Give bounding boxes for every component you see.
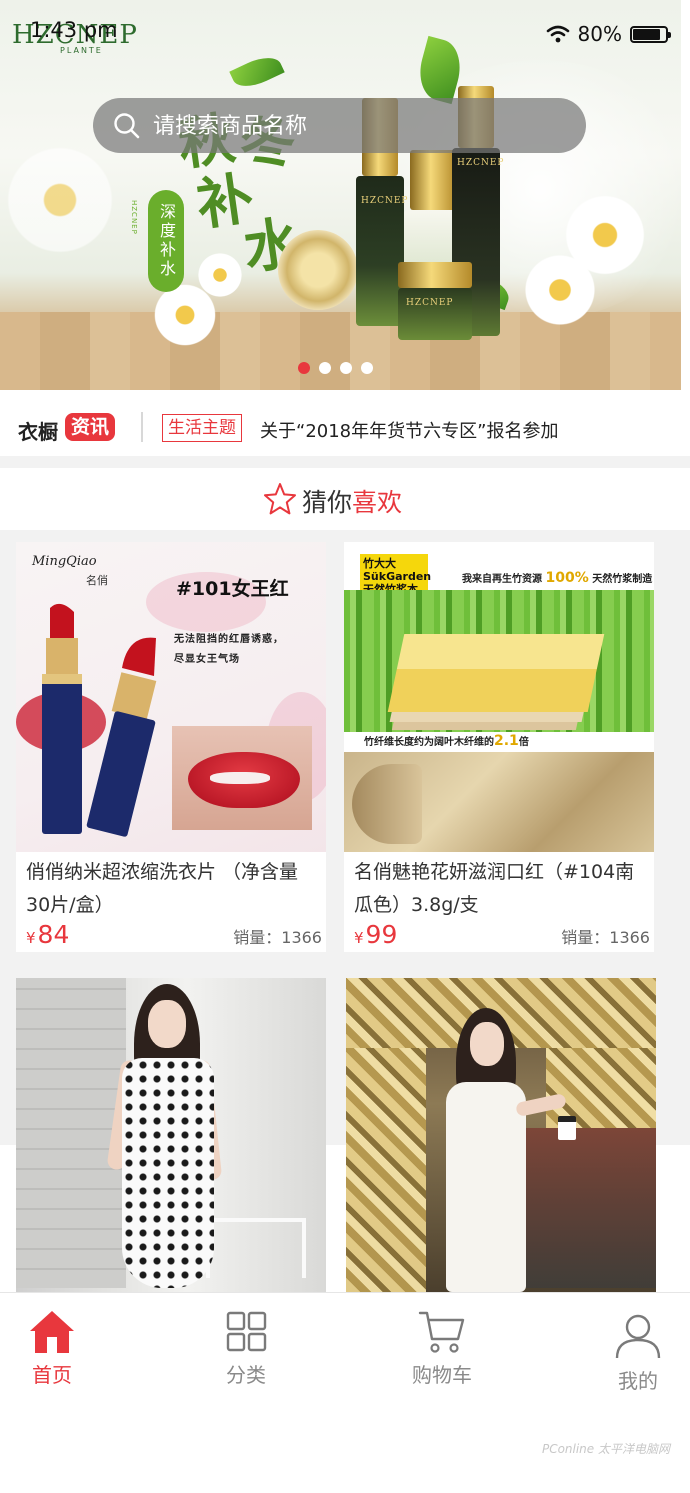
- product-sales: 销量：1366: [233, 928, 322, 947]
- tab-home[interactable]: 首页: [0, 1293, 112, 1403]
- image-brand-cn: 名俏: [86, 574, 108, 587]
- product-card[interactable]: MingQiao 名俏 #101女王红 无法阻挡的红唇诱惑， 尽显女王气场 俏俏…: [16, 542, 326, 952]
- image-headline: 我来自再生竹资源 100% 天然竹浆制造: [462, 570, 652, 586]
- image-caption-suffix: 倍: [518, 737, 529, 748]
- price-value: 99: [365, 920, 398, 949]
- news-ticker[interactable]: 衣橱 资讯 生活主题 关于“2018年年货节六专区”报名参加: [0, 392, 690, 464]
- product-image-lipstick[interactable]: MingQiao 名俏 #101女王红 无法阻挡的红唇诱惑， 尽显女王气场: [16, 542, 326, 852]
- product-price: ¥84: [26, 920, 69, 949]
- home-icon: [30, 1311, 74, 1353]
- coffee-cup: [558, 1116, 576, 1140]
- section-title: 猜你喜欢: [302, 483, 402, 519]
- banner-tag: 深度补水: [148, 190, 184, 292]
- product-sales: 销量：1366: [561, 928, 650, 947]
- section-title-highlight: 喜欢: [352, 488, 403, 517]
- battery-icon: [630, 25, 671, 43]
- product-card[interactable]: 竹大大 SükGarden 天然竹浆本色纸 我来自再生竹资源 100% 天然竹浆…: [344, 542, 654, 952]
- tab-label: 购物车: [412, 1363, 472, 1387]
- image-caption: 尽显女王气场: [174, 654, 240, 665]
- news-category-tag: 生活主题: [162, 414, 242, 442]
- bottom-tab-bar: 首页 分类 购物车 我的: [0, 1292, 690, 1402]
- image-caption: 无法阻挡的红唇诱惑，: [174, 634, 284, 645]
- product-title[interactable]: 名俏魅艳花妍滋润口红（#104南瓜色）3.8g/支: [354, 856, 650, 922]
- news-headline[interactable]: 关于“2018年年货节六专区”报名参加: [260, 417, 558, 443]
- product-card[interactable]: [16, 978, 326, 1292]
- divider: [141, 412, 143, 442]
- product-bottle: [278, 230, 358, 310]
- carousel-dot[interactable]: [340, 362, 352, 374]
- promo-banner[interactable]: HZCNEP PLANTE 秋 冬 补 水 深度补水 HZCNEP HZCNEP…: [0, 0, 681, 390]
- image-caption-highlight: 2.1: [494, 733, 519, 749]
- section-gap: [0, 456, 690, 468]
- wifi-icon: [546, 25, 569, 43]
- bottle-cap: [410, 150, 456, 210]
- user-icon: [615, 1314, 661, 1359]
- price-value: 84: [37, 920, 70, 949]
- product-bottle: [398, 288, 472, 340]
- image-headline: #101女王红: [176, 578, 289, 600]
- image-caption: 竹纤维长度约为阔叶木纤维的2.1倍: [364, 733, 529, 749]
- banner-tag-sub: HZCNEP: [130, 200, 138, 235]
- product-card[interactable]: [346, 978, 656, 1292]
- tab-profile[interactable]: 我的: [578, 1293, 690, 1403]
- battery-percent: 80%: [577, 22, 622, 46]
- flower-decoration: [560, 190, 650, 280]
- product-title[interactable]: 俏俏纳米超浓缩洗衣片 （净含量30片/盒）: [26, 856, 322, 922]
- bottle-cap: [398, 262, 472, 288]
- tab-label: 分类: [226, 1363, 266, 1387]
- bottle-label: HZCNEP: [457, 158, 505, 168]
- carousel-dot[interactable]: [298, 362, 310, 374]
- image-brand: 竹大大 SükGarden 天然竹浆本色纸: [360, 554, 431, 609]
- product-image-white-dress[interactable]: [346, 978, 656, 1292]
- cart-icon: [418, 1311, 465, 1353]
- news-brand: 衣橱: [18, 420, 58, 444]
- currency-symbol: ¥: [354, 929, 364, 947]
- image-headline-highlight: 100%: [545, 570, 589, 586]
- carousel-indicator: [298, 362, 373, 374]
- currency-symbol: ¥: [26, 929, 36, 947]
- watermark: PConline 太平洋电脑网: [541, 1442, 670, 1456]
- tab-cart[interactable]: 购物车: [382, 1293, 502, 1403]
- flower-decoration: [195, 250, 245, 300]
- product-image-bamboo-paper[interactable]: 竹大大 SükGarden 天然竹浆本色纸 我来自再生竹资源 100% 天然竹浆…: [344, 542, 654, 852]
- tab-category[interactable]: 分类: [186, 1293, 306, 1403]
- section-title-prefix: 猜你: [302, 488, 353, 517]
- news-badge: 资讯: [65, 413, 116, 441]
- product-price: ¥99: [354, 920, 397, 949]
- status-time: 1:43 pm: [30, 18, 118, 42]
- image-headline-suffix: 天然竹浆制造: [592, 574, 653, 585]
- lipstick-graphic: [42, 603, 157, 837]
- bottle-label: HZCNEP: [361, 196, 409, 206]
- section-header: 猜你喜欢: [0, 468, 690, 530]
- tab-label: 首页: [32, 1363, 72, 1387]
- search-input[interactable]: [153, 110, 573, 142]
- star-icon: [264, 483, 296, 515]
- grid-icon: [226, 1311, 267, 1352]
- brand-logo-sub: PLANTE: [60, 46, 103, 55]
- image-caption-prefix: 竹纤维长度约为阔叶木纤维的: [364, 737, 494, 748]
- leaf-decoration: [229, 50, 285, 94]
- tab-label: 我的: [618, 1369, 658, 1393]
- product-image-polka-dress[interactable]: [16, 978, 326, 1292]
- carousel-dot[interactable]: [361, 362, 373, 374]
- flower-decoration: [0, 140, 120, 260]
- image-headline-prefix: 我来自再生竹资源: [462, 574, 542, 585]
- image-brand: MingQiao: [32, 554, 97, 569]
- carousel-dot[interactable]: [319, 362, 331, 374]
- lips-photo: [172, 726, 312, 830]
- status-indicators: 80%: [546, 22, 671, 46]
- search-icon: [114, 113, 140, 139]
- search-bar[interactable]: [93, 98, 586, 153]
- bottle-label: HZCNEP: [406, 298, 454, 308]
- tissue-pack: [387, 634, 605, 712]
